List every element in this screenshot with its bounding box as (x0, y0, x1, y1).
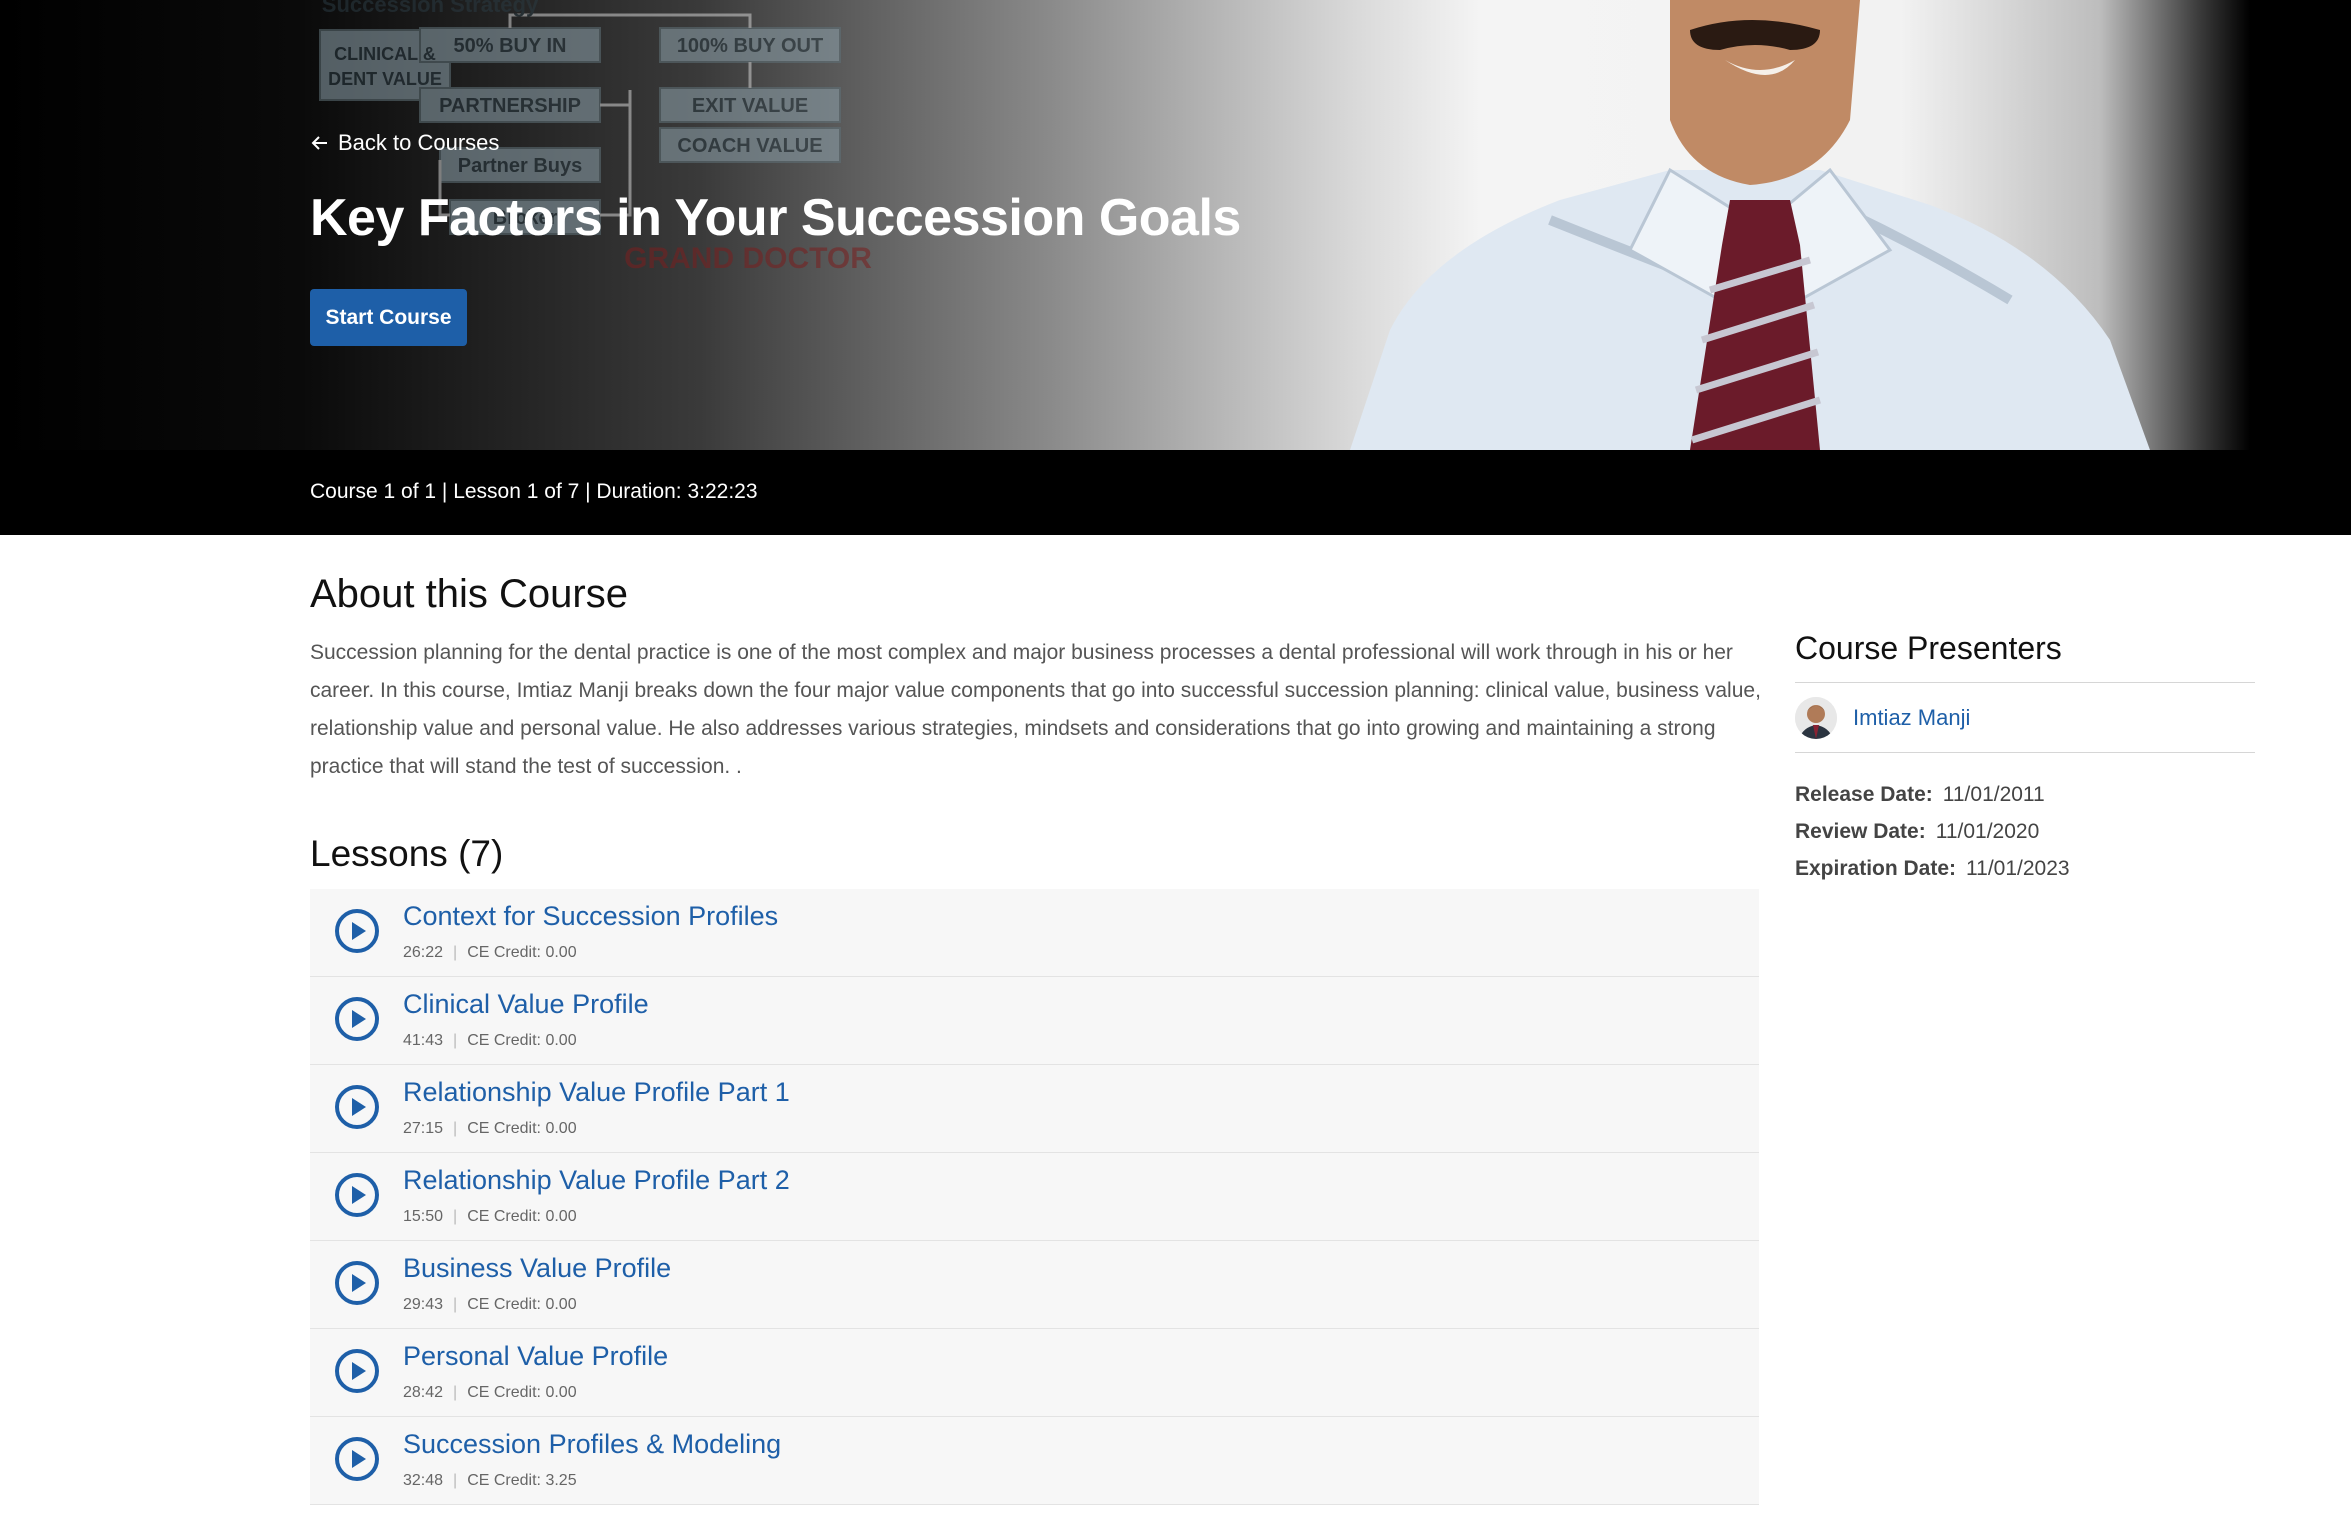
back-to-courses-link[interactable]: Back to Courses (310, 130, 499, 156)
review-date-row: Review Date: 11/01/2020 (1795, 820, 2039, 844)
lesson-title[interactable]: Personal Value Profile (403, 1341, 668, 1372)
lesson-item[interactable]: Business Value Profile 29:43 | CE Credit: … (310, 1241, 1759, 1329)
back-to-courses-label: Back to Courses (338, 130, 500, 155)
lesson-meta: 32:48 | CE Credit: 3.25 (403, 1472, 577, 1490)
lesson-item[interactable]: Context for Succession Profiles 26:22 | CE… (310, 889, 1759, 977)
play-circle-icon[interactable] (333, 1347, 381, 1395)
lesson-meta: 26:22 | CE Credit: 0.00 (403, 944, 577, 962)
lesson-duration: 32:48 (403, 1472, 444, 1489)
lesson-title[interactable]: Business Value Profile (403, 1253, 671, 1284)
course-hero: 50% BUY IN 100% BUY OUT PARTNERSHIP EXIT… (0, 0, 2351, 450)
lesson-ce-credit: CE Credit: 0.00 (467, 1208, 577, 1225)
lesson-duration: 29:43 (403, 1296, 444, 1313)
meta-separator: | (453, 1120, 458, 1137)
about-title: About this Course (310, 572, 628, 616)
review-date-label: Review Date: (1795, 820, 1926, 843)
course-title: Key Factors in Your Succession Goals (310, 189, 1241, 247)
play-circle-icon[interactable] (333, 1171, 381, 1219)
presenter-avatar[interactable] (1795, 697, 1837, 739)
lesson-title[interactable]: Clinical Value Profile (403, 989, 649, 1020)
lesson-item[interactable]: Succession Profiles & Modeling 32:48 | CE … (310, 1417, 1759, 1505)
release-date-row: Release Date: 11/01/2011 (1795, 783, 2045, 807)
lessons-title: Lessons (7) (310, 833, 504, 874)
course-meta-bar: Course 1 of 1 | Lesson 1 of 7 | Duration… (0, 450, 2351, 535)
divider (1795, 682, 2255, 683)
lesson-title[interactable]: Succession Profiles & Modeling (403, 1429, 781, 1460)
meta-separator: | (453, 1208, 458, 1225)
expiration-date-label: Expiration Date: (1795, 857, 1957, 880)
release-date-value: 11/01/2011 (1942, 783, 2045, 806)
divider (1795, 752, 2255, 753)
lesson-ce-credit: CE Credit: 0.00 (467, 1120, 577, 1137)
release-date-label: Release Date: (1795, 783, 1933, 806)
presenter-photo (1350, 0, 2150, 450)
lesson-duration: 15:50 (403, 1208, 444, 1225)
presenter-item[interactable]: Imtiaz Manji (1795, 697, 1970, 739)
diagram-label-partnership: PARTNERSHIP (439, 95, 581, 117)
lesson-title[interactable]: Relationship Value Profile Part 2 (403, 1165, 790, 1196)
diagram-label-coach-value: COACH VALUE (677, 135, 822, 157)
lesson-meta: 29:43 | CE Credit: 0.00 (403, 1296, 577, 1314)
lesson-item[interactable]: Personal Value Profile 28:42 | CE Credit: … (310, 1329, 1759, 1417)
diagram-label-partner-buys: Partner Buys (458, 155, 583, 177)
diagram-label-buy-out: 100% BUY OUT (677, 35, 823, 57)
avatar-icon (1795, 697, 1837, 739)
lesson-ce-credit: CE Credit: 0.00 (467, 944, 577, 961)
lesson-title[interactable]: Relationship Value Profile Part 1 (403, 1077, 790, 1108)
presenter-name-link[interactable]: Imtiaz Manji (1853, 705, 1970, 731)
lesson-meta: 27:15 | CE Credit: 0.00 (403, 1120, 577, 1138)
lesson-meta: 28:42 | CE Credit: 0.00 (403, 1384, 577, 1402)
diagram-label-buy-in: 50% BUY IN (453, 35, 566, 57)
lesson-ce-credit: CE Credit: 0.00 (467, 1384, 577, 1401)
start-course-button[interactable]: Start Course (310, 289, 467, 346)
meta-separator: | (453, 944, 458, 961)
lesson-item[interactable]: Clinical Value Profile 41:43 | CE Credit: … (310, 977, 1759, 1065)
lesson-title[interactable]: Context for Succession Profiles (403, 901, 778, 932)
lesson-duration: 27:15 (403, 1120, 444, 1137)
meta-separator: | (453, 1032, 458, 1049)
expiration-date-row: Expiration Date: 11/01/2023 (1795, 857, 2070, 881)
lesson-ce-credit: CE Credit: 3.25 (467, 1472, 577, 1489)
play-circle-icon[interactable] (333, 1083, 381, 1131)
presenters-title: Course Presenters (1795, 630, 2062, 666)
lesson-ce-credit: CE Credit: 0.00 (467, 1032, 577, 1049)
lesson-duration: 28:42 (403, 1384, 444, 1401)
meta-separator: | (453, 1384, 458, 1401)
arrow-left-icon (311, 136, 327, 150)
diagram-label-strategy: Succession Strategy (322, 0, 539, 17)
review-date-value: 11/01/2020 (1935, 820, 2040, 843)
about-description: Succession planning for the dental pract… (310, 641, 1761, 778)
lessons-list: Context for Succession Profiles 26:22 | CE… (310, 889, 1759, 1505)
play-circle-icon[interactable] (333, 1435, 381, 1483)
meta-separator: | (453, 1472, 458, 1489)
play-circle-icon[interactable] (333, 907, 381, 955)
play-circle-icon[interactable] (333, 1259, 381, 1307)
expiration-date-value: 11/01/2023 (1966, 857, 2070, 880)
lesson-duration: 26:22 (403, 944, 444, 961)
course-meta-text: Course 1 of 1 | Lesson 1 of 7 | Duration… (310, 480, 758, 503)
lesson-item[interactable]: Relationship Value Profile Part 1 27:15 |… (310, 1065, 1759, 1153)
diagram-label-clinical: CLINICAL & (334, 44, 436, 64)
play-circle-icon[interactable] (333, 995, 381, 1043)
meta-separator: | (453, 1296, 458, 1313)
lesson-duration: 41:43 (403, 1032, 444, 1049)
lesson-ce-credit: CE Credit: 0.00 (467, 1296, 577, 1313)
lesson-meta: 15:50 | CE Credit: 0.00 (403, 1208, 577, 1226)
diagram-label-dent-value: DENT VALUE (328, 69, 442, 89)
lesson-meta: 41:43 | CE Credit: 0.00 (403, 1032, 577, 1050)
diagram-label-exit-value: EXIT VALUE (692, 95, 808, 117)
lesson-item[interactable]: Relationship Value Profile Part 2 15:50 |… (310, 1153, 1759, 1241)
